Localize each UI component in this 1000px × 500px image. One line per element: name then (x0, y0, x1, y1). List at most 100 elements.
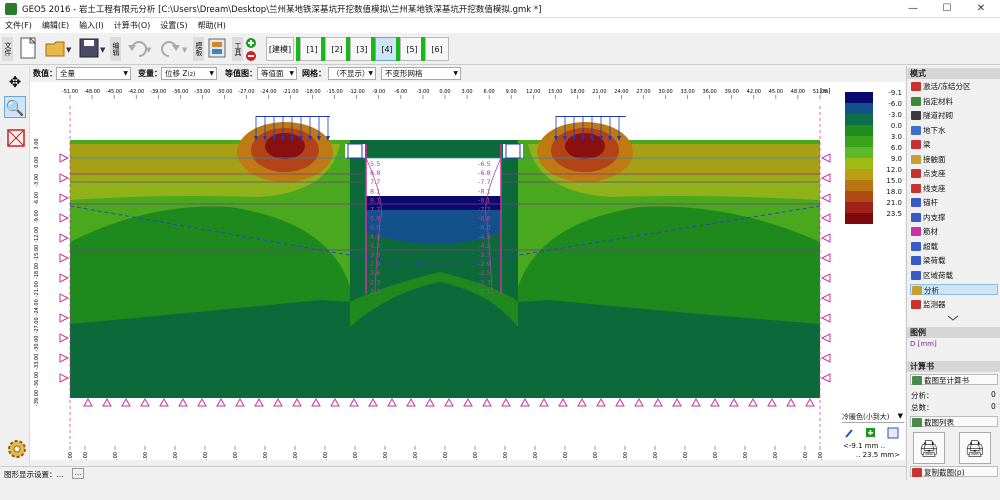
top-tick-label: -36.00 (172, 89, 188, 95)
settings-icon[interactable] (4, 436, 28, 460)
mode-item[interactable]: 隧道衬砌 (910, 110, 998, 121)
edit-scale-icon[interactable] (887, 427, 899, 439)
zoom-icon[interactable]: 🔍 (4, 96, 26, 118)
value-select[interactable]: 全量 ▼ (56, 67, 131, 80)
report-panel-header: 计算书 (907, 361, 1000, 372)
chevron-down-icon[interactable] (947, 315, 959, 321)
mode-item[interactable]: 内支撑 (910, 212, 998, 223)
to-report-button[interactable]: 截图至计算书 (910, 374, 998, 385)
bottom-tick-label: -24.00 (263, 452, 269, 460)
mode-item[interactable]: 线支座 (910, 183, 998, 194)
variable-select[interactable]: 位移 Z(z) ▼ (161, 67, 217, 80)
print-icon[interactable]: 🖨 (913, 432, 945, 464)
stage-model-button[interactable]: [建模] (266, 37, 294, 61)
mode-item[interactable]: 筋材 (910, 226, 998, 237)
mode-item[interactable]: 区域荷载 (910, 270, 998, 281)
wall-left-value: 2.9 (370, 260, 380, 268)
open-file-icon[interactable]: ▼ (44, 36, 72, 62)
mode-item[interactable]: 指定材料 (910, 96, 998, 107)
mode-item[interactable]: 接触面 (910, 154, 998, 165)
menu-report[interactable]: 计算书(O) (109, 18, 156, 33)
menu-help[interactable]: 帮助(H) (193, 18, 231, 33)
color-scheme-select[interactable]: 冷暖色(小到大) ▼ (842, 412, 904, 423)
left-tick-label: -21.00 (34, 281, 40, 297)
top-tick-label: -18.00 (305, 89, 321, 95)
mode-item[interactable]: 锚杆 (910, 197, 998, 208)
bottom-tick-label: -12.00 (353, 452, 359, 460)
mode-item-icon (911, 241, 921, 251)
menu-edit[interactable]: 编辑(E) (37, 18, 74, 33)
fit-view-icon[interactable] (4, 126, 26, 148)
support-right (820, 273, 831, 283)
undo-icon[interactable]: ▼ (124, 36, 154, 62)
mode-item-icon (911, 299, 921, 309)
top-tick-label: 15.00 (548, 89, 562, 95)
deform-select[interactable]: 不变形网格 ▼ (381, 67, 461, 80)
support-bottom (235, 397, 245, 407)
bottom-tick-label: -16.00 (323, 452, 329, 460)
support-bottom (444, 397, 454, 407)
contour-select-text: 等值面 (261, 69, 284, 78)
mode-item-icon (911, 111, 921, 120)
mode-item[interactable]: 监测器 (910, 299, 998, 310)
bottom-tick-label: 16.00 (563, 452, 569, 460)
top-tick-label: 24.00 (614, 89, 628, 95)
screenshot-list-button[interactable]: 截图列表 (910, 416, 998, 427)
mode-icon[interactable] (207, 36, 229, 62)
copy-view-button[interactable]: 复制截图(p) (910, 466, 998, 477)
mode-item[interactable]: 激活/冻结分区 (910, 81, 998, 92)
save-file-icon[interactable]: ▼ (78, 36, 106, 62)
add-stage-icon[interactable] (244, 36, 258, 62)
print-preview-icon[interactable]: 🖨 (959, 432, 991, 464)
minimize-button[interactable]: — (896, 0, 930, 18)
legend-value: -9.1 (888, 89, 902, 97)
chevron-down-icon: ▼ (123, 70, 128, 77)
support-bottom (330, 397, 340, 407)
mode-item[interactable]: 梁荷载 (910, 255, 998, 266)
mode-item-label: 隧道衬砌 (923, 111, 953, 120)
redo-icon[interactable]: ▼ (158, 36, 188, 62)
displacement-contours (70, 122, 820, 398)
mode-item[interactable]: 梁 (910, 139, 998, 150)
menu-file[interactable]: 文件(F) (0, 18, 37, 33)
stage-6-button[interactable]: [6] (425, 37, 449, 61)
wall-left-value: 2.3 (370, 278, 380, 286)
maximize-button[interactable]: ☐ (930, 0, 964, 18)
left-tick-label: -36.00 (34, 372, 40, 388)
wrench-icon[interactable] (845, 429, 853, 438)
support-bottom (140, 397, 150, 407)
legend-swatch (845, 169, 873, 180)
mode-item-label: 分析 (924, 286, 939, 295)
mode-item[interactable]: 地下水 (910, 125, 998, 136)
mesh-select[interactable]: （不显示） ▼ (328, 67, 376, 80)
mode-item-icon (911, 169, 921, 178)
value-select-text: 全量 (60, 69, 75, 78)
mode-item[interactable]: 超载 (910, 241, 998, 252)
support-bottom (178, 397, 188, 407)
bottom-strip (0, 480, 906, 500)
close-button[interactable]: ✕ (964, 0, 998, 18)
mode-group-label: 模板 (193, 37, 204, 61)
bottom-tick-label: 8.00 (503, 452, 509, 460)
top-tick-label: 21.00 (592, 89, 606, 95)
total-count-label: 总数： (911, 403, 934, 412)
app-icon (5, 3, 17, 15)
display-settings-button[interactable]: ... (72, 468, 84, 479)
support-left (59, 193, 70, 203)
contour-select[interactable]: 等值面 ▼ (257, 67, 297, 80)
wall-right-value: -6.0 (478, 224, 491, 232)
add-icon[interactable] (866, 428, 875, 437)
support-left (59, 153, 70, 163)
pan-icon[interactable]: ✥ (4, 70, 26, 92)
support-left (59, 313, 70, 323)
top-tick-label: -30.00 (216, 89, 232, 95)
left-tick-label: -12.00 (34, 227, 40, 243)
fem-results-view[interactable]: -51.00 -48.00 -45.00 -42.00 -39.00 -36.00 -33.… (30, 82, 840, 468)
menu-settings[interactable]: 设置(S) (155, 18, 192, 33)
menu-input[interactable]: 输入(I) (74, 18, 109, 33)
legend-value: 21.0 (886, 199, 902, 207)
mode-item[interactable]: 分析 (910, 284, 998, 295)
mode-item[interactable]: 点支座 (910, 168, 998, 179)
new-file-icon[interactable] (18, 36, 38, 62)
model-canvas[interactable]: -51.00 -48.00 -45.00 -42.00 -39.00 -36.00 -33.… (30, 82, 840, 468)
